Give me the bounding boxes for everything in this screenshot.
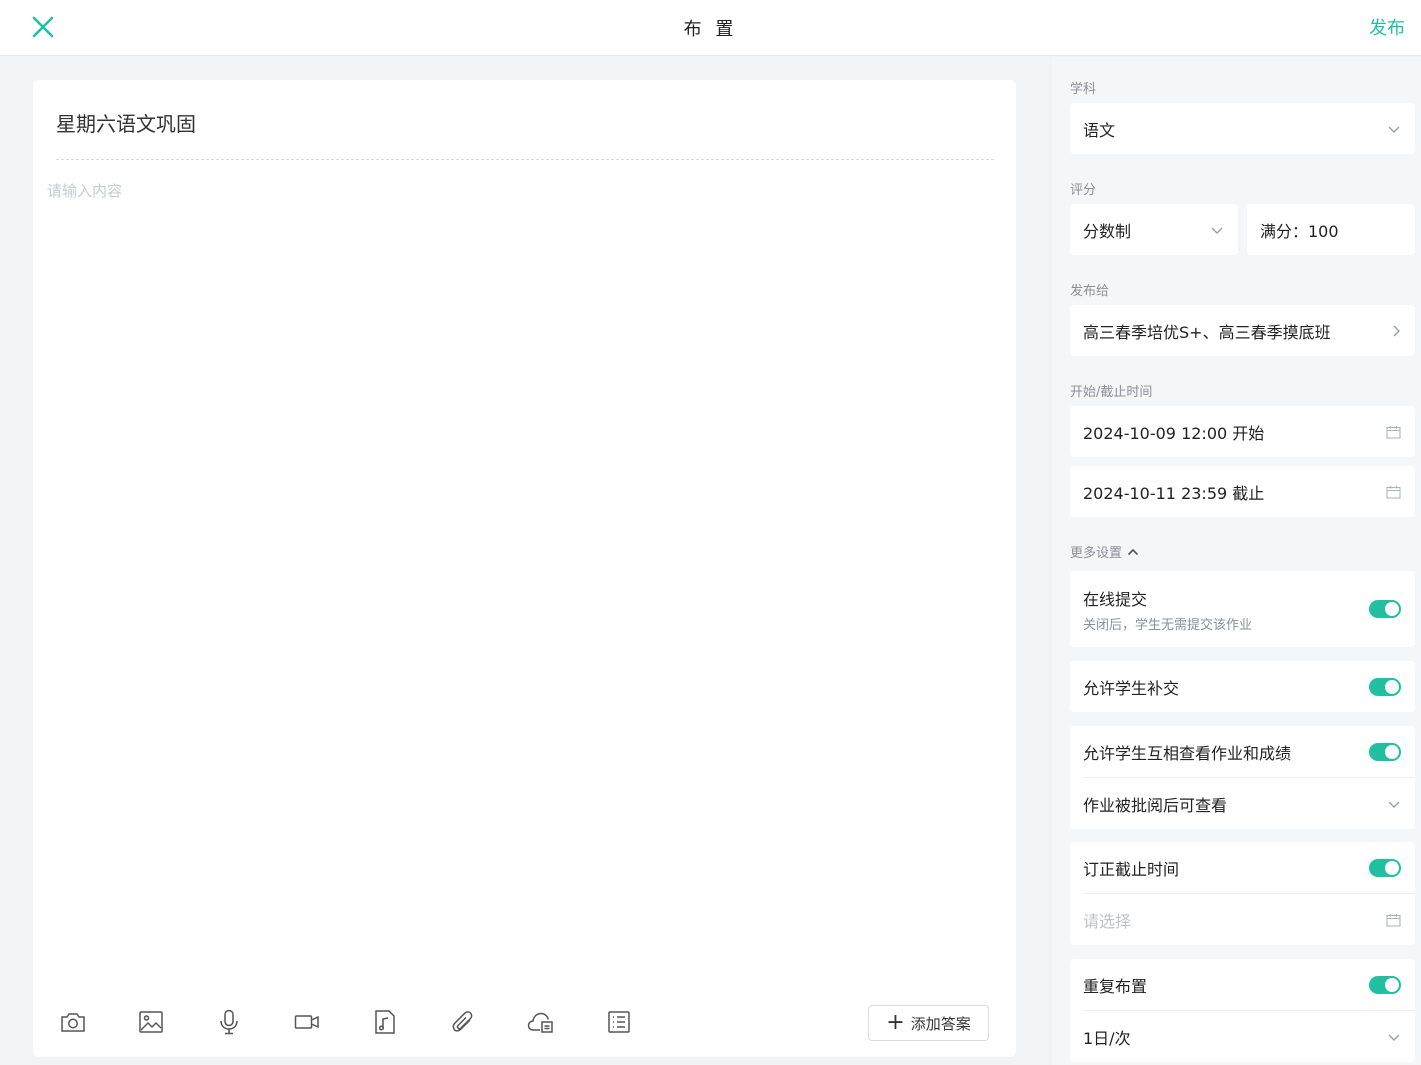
page-title: 布 置 xyxy=(683,19,738,40)
repeat-frequency-select[interactable]: 1日/次 xyxy=(1070,1011,1415,1062)
repeat-toggle[interactable] xyxy=(1369,975,1401,994)
subject-value: 语文 xyxy=(1083,120,1116,140)
calendar-icon xyxy=(1386,913,1401,927)
peer-view-setting: 允许学生互相查看作业和成绩 作业被批阅后可查看 xyxy=(1070,726,1415,829)
list-icon[interactable] xyxy=(603,1006,635,1038)
chevron-down-icon xyxy=(1388,801,1400,808)
chevron-down-icon xyxy=(1388,126,1400,133)
peer-view-toggle[interactable] xyxy=(1369,742,1401,761)
publish-button[interactable]: 发布 xyxy=(1369,14,1405,40)
correction-deadline-label: 订正截止时间 xyxy=(1083,859,1180,879)
end-time-value: 2024-10-11 23:59 截止 xyxy=(1083,483,1265,503)
online-submit-label: 在线提交 xyxy=(1083,589,1148,609)
time-label: 开始/截止时间 xyxy=(1070,385,1153,400)
publish-to-selector[interactable]: 高三春季培优S+、高三春季摸底班 xyxy=(1070,305,1415,356)
settings-panel: 学科 语文 评分 分数制 满分：100 发布给 高三春季培优S+、高三春季摸底班… xyxy=(1052,57,1421,1065)
repeat-frequency-value: 1日/次 xyxy=(1083,1028,1131,1048)
chevron-down-icon xyxy=(1211,227,1223,234)
plus-icon: + xyxy=(886,1010,905,1035)
publish-to-label: 发布给 xyxy=(1070,284,1110,299)
grading-mode-select[interactable]: 分数制 xyxy=(1070,204,1238,255)
correction-deadline-picker[interactable]: 请选择 xyxy=(1070,894,1415,945)
allow-late-setting: 允许学生补交 xyxy=(1070,661,1415,712)
subject-select[interactable]: 语文 xyxy=(1070,103,1415,154)
more-settings-label: 更多设置 xyxy=(1070,546,1123,561)
homework-editor: 星期六语文巩固 + 添加答案 xyxy=(33,80,1016,1057)
allow-late-label: 允许学生补交 xyxy=(1083,678,1180,698)
correction-deadline-toggle[interactable] xyxy=(1369,858,1401,877)
calendar-icon xyxy=(1386,425,1401,439)
microphone-icon[interactable] xyxy=(213,1006,245,1038)
peer-view-option-select[interactable]: 作业被批阅后可查看 xyxy=(1070,778,1415,829)
repeat-setting: 重复布置 1日/次 xyxy=(1070,959,1415,1062)
publish-to-value: 高三春季培优S+、高三春季摸底班 xyxy=(1083,322,1331,342)
homework-title[interactable]: 星期六语文巩固 xyxy=(56,108,196,137)
attachment-icon[interactable] xyxy=(447,1006,479,1038)
content-input[interactable] xyxy=(47,180,987,1040)
add-answer-button[interactable]: + 添加答案 xyxy=(868,1005,989,1041)
correction-deadline-setting: 订正截止时间 请选择 xyxy=(1070,842,1415,945)
start-time-value: 2024-10-09 12:00 开始 xyxy=(1083,423,1265,443)
camera-icon[interactable] xyxy=(57,1006,89,1038)
grading-mode-value: 分数制 xyxy=(1083,221,1132,241)
online-submit-toggle[interactable] xyxy=(1369,600,1401,618)
top-bar: 布 置 发布 xyxy=(0,0,1421,56)
peer-view-label: 允许学生互相查看作业和成绩 xyxy=(1083,743,1292,763)
music-file-icon[interactable] xyxy=(369,1006,401,1038)
media-toolbar xyxy=(57,1006,681,1038)
add-answer-label: 添加答案 xyxy=(910,1014,971,1033)
video-icon[interactable] xyxy=(291,1006,323,1038)
full-score-field[interactable]: 满分：100 xyxy=(1247,204,1415,255)
allow-late-toggle[interactable] xyxy=(1369,677,1401,696)
repeat-label: 重复布置 xyxy=(1083,976,1148,996)
chevron-down-icon xyxy=(1388,1034,1400,1041)
peer-view-option-value: 作业被批阅后可查看 xyxy=(1083,795,1228,815)
full-score-value: 满分：100 xyxy=(1260,221,1339,241)
correction-deadline-placeholder: 请选择 xyxy=(1083,911,1132,931)
chevron-up-icon xyxy=(1127,548,1139,555)
title-divider xyxy=(56,159,994,160)
subject-label: 学科 xyxy=(1070,82,1097,97)
image-icon[interactable] xyxy=(135,1006,167,1038)
calendar-icon xyxy=(1386,485,1401,499)
online-submit-setting: 在线提交 关闭后，学生无需提交该作业 xyxy=(1070,571,1415,647)
end-time-field[interactable]: 2024-10-11 23:59 截止 xyxy=(1070,466,1415,517)
cloud-file-icon[interactable] xyxy=(525,1006,557,1038)
chevron-right-icon xyxy=(1393,325,1400,336)
grading-label: 评分 xyxy=(1070,183,1097,198)
more-settings-toggle[interactable]: 更多设置 xyxy=(1070,542,1139,561)
start-time-field[interactable]: 2024-10-09 12:00 开始 xyxy=(1070,406,1415,457)
online-submit-desc: 关闭后，学生无需提交该作业 xyxy=(1083,617,1253,633)
